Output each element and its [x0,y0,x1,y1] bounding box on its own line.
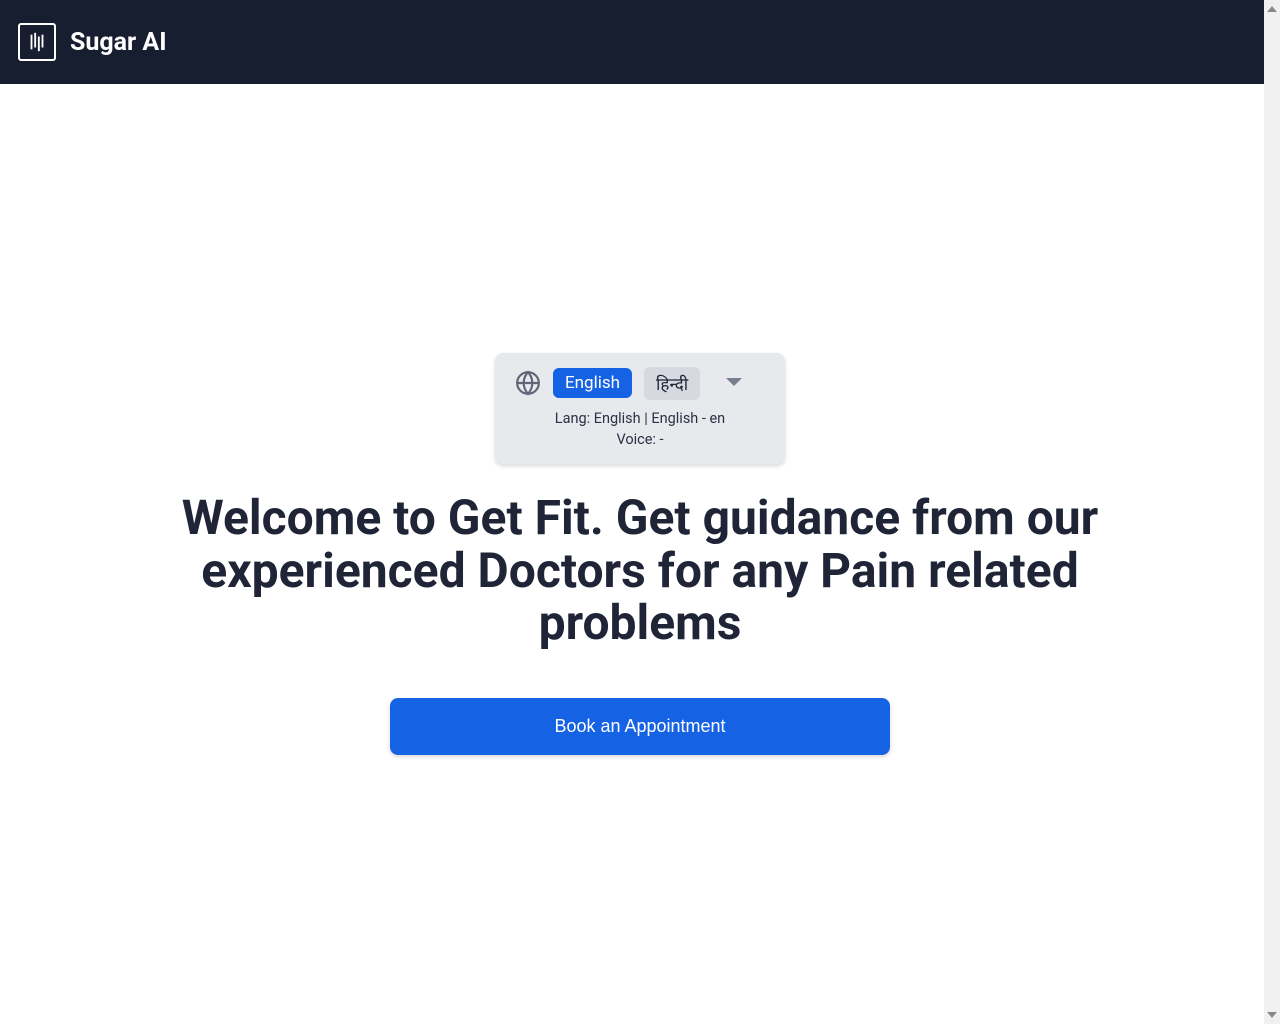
logo-icon [18,23,56,61]
language-info-line2: Voice: - [515,429,765,450]
language-info: Lang: English | English - en Voice: - [515,408,765,450]
page-heading: Welcome to Get Fit. Get guidance from ou… [130,492,1150,650]
globe-icon [515,370,541,396]
language-info-line1: Lang: English | English - en [515,408,765,429]
book-appointment-button[interactable]: Book an Appointment [390,698,890,755]
scrollbar-up-icon[interactable] [1264,0,1280,18]
brand-name: Sugar AI [70,28,167,57]
app-header: Sugar AI [0,0,1280,84]
main-content: English हिन्दी Lang: English | English -… [0,84,1280,1024]
language-option-hindi[interactable]: हिन्दी [644,367,700,400]
chevron-down-icon[interactable] [726,378,742,388]
language-row: English हिन्दी [515,367,765,400]
language-option-english[interactable]: English [553,368,632,398]
scrollbar[interactable] [1264,0,1280,1024]
language-selector-card: English हिन्दी Lang: English | English -… [495,353,785,464]
scrollbar-down-icon[interactable] [1264,1006,1280,1024]
